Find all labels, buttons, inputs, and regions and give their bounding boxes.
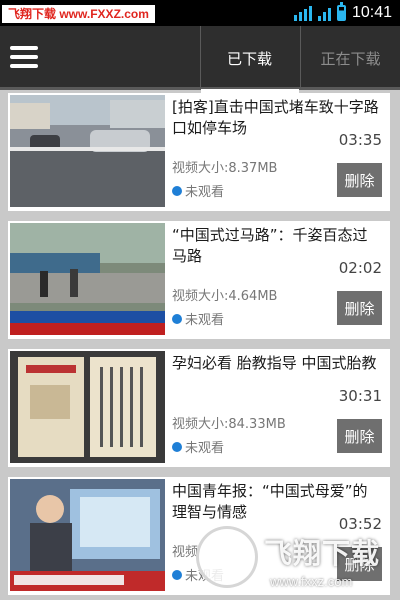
watch-status-label: 未观看: [185, 441, 225, 456]
clock: 10:41: [351, 4, 392, 21]
video-thumbnail[interactable]: [10, 479, 165, 591]
list-item[interactable]: “中国式过马路”：千姿百态过马路 02:02 视频大小:4.64MB 未观看 删…: [8, 221, 390, 339]
tab-downloading[interactable]: 正在下载: [300, 26, 400, 90]
status-bar: 飞翔下载 www.FXXZ.com 10:41: [0, 0, 400, 26]
status-dot-icon: [172, 185, 182, 196]
status-icons: 10:41: [293, 2, 392, 23]
status-dot-icon: [172, 313, 182, 324]
list-item[interactable]: 孕妇必看 胎教指导 中国式胎教 30:31 视频大小:84.33MB 未观看 删…: [8, 349, 390, 467]
watch-status: 未观看: [172, 181, 224, 200]
list-item[interactable]: [拍客]直击中国式堵车致十字路口如停车场 03:35 视频大小:8.37MB 未…: [8, 93, 390, 211]
delete-button[interactable]: 删除: [337, 419, 382, 453]
watch-status: 未观看: [172, 437, 224, 456]
video-duration: 03:35: [338, 131, 382, 149]
cell-signal-icon: [317, 5, 331, 21]
status-dot-icon: [172, 569, 182, 580]
video-size: 视频大小:84.33MB: [172, 417, 286, 432]
video-thumbnail[interactable]: [10, 351, 165, 463]
video-duration: 02:02: [338, 259, 382, 277]
video-thumbnail[interactable]: [10, 95, 165, 207]
watermark-top: 飞翔下载 www.FXXZ.com: [2, 5, 155, 23]
video-size: 视频大小:4.64MB: [172, 289, 278, 304]
delete-button[interactable]: 删除: [337, 291, 382, 325]
watch-status-label: 未观看: [185, 185, 225, 200]
video-duration: 30:31: [338, 387, 382, 405]
menu-icon[interactable]: [10, 44, 38, 70]
video-size: 视频大小:8.37MB: [172, 161, 278, 176]
app-header: 已下载 正在下载: [0, 26, 400, 93]
video-title[interactable]: 孕妇必看 胎教指导 中国式胎教: [172, 353, 382, 374]
video-thumbnail[interactable]: [10, 223, 165, 335]
watch-status: 未观看: [172, 309, 224, 328]
battery-icon: [336, 2, 346, 21]
tab-downloaded[interactable]: 已下载: [200, 26, 299, 93]
watermark-url: www.fxxz.com: [270, 574, 353, 589]
wifi-signal-icon: [293, 5, 312, 21]
watermark-logo-icon: [196, 526, 258, 588]
watch-status-label: 未观看: [185, 313, 225, 328]
watermark-overlay: 飞翔下载 www.fxxz.com: [190, 520, 400, 600]
delete-button[interactable]: 删除: [337, 163, 382, 197]
status-dot-icon: [172, 441, 182, 452]
watermark-brand: 飞翔下载: [264, 537, 381, 570]
